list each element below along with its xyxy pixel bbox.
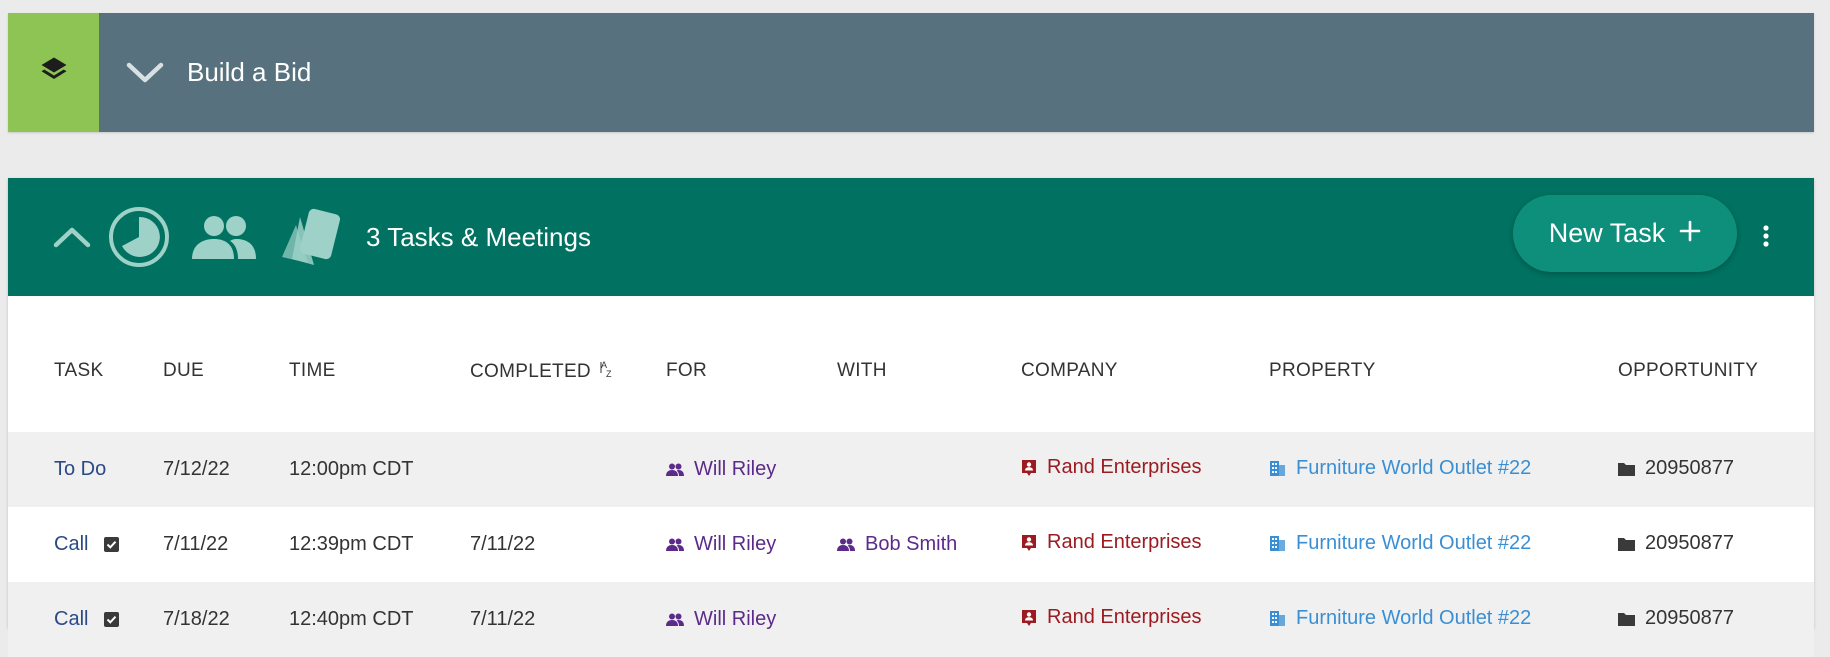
opportunity-link[interactable]: 20950877 (1618, 532, 1734, 555)
for-person-link[interactable]: Will Riley (666, 608, 776, 631)
tasks-panel: 3 Tasks & Meetings New Task TASK DUE TIM… (8, 178, 1814, 657)
opportunity-link[interactable]: 20950877 (1618, 607, 1734, 630)
opportunity-id: 20950877 (1645, 457, 1734, 480)
completed-date: 7/11/22 (470, 533, 536, 555)
column-header-due[interactable]: DUE (163, 296, 289, 432)
for-person-name: Will Riley (694, 457, 777, 480)
sort-az-icon[interactable]: A Z (597, 360, 617, 382)
build-a-bid-bar[interactable]: Build a Bid (8, 13, 1814, 132)
column-header-company[interactable]: COMPANY (1021, 296, 1269, 432)
company-link[interactable]: Rand Enterprises (1021, 606, 1202, 629)
table-row[interactable]: Call 7/18/22 12:40pm CDT 7/11/22 Will Ri… (8, 582, 1814, 657)
plus-icon (1679, 218, 1701, 249)
due-date: 7/11/22 (163, 533, 229, 555)
with-person-link[interactable]: Bob Smith (837, 533, 957, 556)
company-name: Rand Enterprises (1047, 606, 1202, 629)
column-header-for[interactable]: FOR (666, 296, 837, 432)
people-icon[interactable] (190, 213, 258, 261)
column-header-with[interactable]: WITH (837, 296, 1021, 432)
time: 12:40pm CDT (289, 582, 470, 657)
people-icon (666, 538, 684, 551)
property-link[interactable]: Furniture World Outlet #22 (1269, 607, 1531, 630)
property-link[interactable]: Furniture World Outlet #22 (1269, 457, 1531, 480)
new-task-label: New Task (1548, 218, 1666, 248)
page: Build a Bid 3 Tasks & Meetings New Task … (0, 0, 1830, 657)
building-icon (1270, 461, 1285, 477)
column-header-time[interactable]: TIME (289, 296, 470, 432)
cards-icon[interactable] (278, 207, 344, 267)
completed-date (470, 432, 666, 507)
checkbox-checked-icon (104, 612, 120, 628)
task-link[interactable]: Call (54, 608, 88, 630)
column-header-opportunity[interactable]: OPPORTUNITY (1618, 296, 1814, 432)
folder-icon (1618, 462, 1635, 476)
tasks-panel-title: 3 Tasks & Meetings (366, 221, 591, 252)
property-link[interactable]: Furniture World Outlet #22 (1269, 532, 1531, 555)
for-person-name: Will Riley (694, 607, 777, 630)
building-icon (1270, 536, 1285, 552)
with-person-name: Bob Smith (865, 532, 958, 555)
task-link[interactable]: Call (54, 533, 88, 555)
chevron-down-icon[interactable] (125, 53, 165, 93)
with-empty (837, 582, 1021, 657)
company-link[interactable]: Rand Enterprises (1021, 531, 1202, 554)
company-badge-icon (1022, 534, 1036, 551)
layers-icon (39, 55, 69, 90)
table-row[interactable]: To Do 7/12/22 12:00pm CDT Will Riley Ran… (8, 432, 1814, 507)
people-icon (666, 613, 684, 626)
due-date: 7/12/22 (163, 432, 289, 507)
folder-icon (1618, 612, 1635, 626)
table-header-row: TASK DUE TIME COMPLETED A Z FOR WITH COM… (8, 296, 1814, 432)
building-icon (1270, 611, 1285, 627)
build-a-bid-title: Build a Bid (187, 57, 312, 87)
completed-date: 7/11/22 (470, 582, 666, 657)
column-header-completed-label: COMPLETED (470, 361, 591, 382)
company-name: Rand Enterprises (1047, 456, 1202, 479)
folder-icon (1618, 537, 1635, 551)
for-person-name: Will Riley (694, 532, 777, 555)
column-header-task[interactable]: TASK (8, 296, 163, 432)
for-person-link[interactable]: Will Riley (666, 533, 776, 556)
property-name: Furniture World Outlet #22 (1296, 606, 1532, 629)
table-row[interactable]: Call 7/11/22 12:39pm CDT 7/11/22 Will Ri… (8, 507, 1814, 582)
opportunity-link[interactable]: 20950877 (1618, 457, 1734, 480)
column-header-property[interactable]: PROPERTY (1269, 296, 1618, 432)
property-name: Furniture World Outlet #22 (1296, 531, 1532, 554)
new-task-button[interactable]: New Task (1513, 195, 1737, 272)
task-link[interactable]: To Do (54, 458, 106, 480)
people-icon (837, 538, 855, 551)
opportunity-id: 20950877 (1645, 532, 1734, 555)
time: 12:39pm CDT (289, 533, 414, 555)
property-name: Furniture World Outlet #22 (1296, 456, 1532, 479)
tasks-table: TASK DUE TIME COMPLETED A Z FOR WITH COM… (8, 296, 1814, 657)
checkbox-checked-icon (104, 537, 120, 553)
company-link[interactable]: Rand Enterprises (1021, 456, 1202, 479)
column-header-completed[interactable]: COMPLETED A Z (470, 296, 666, 432)
tasks-panel-header: 3 Tasks & Meetings New Task (8, 178, 1814, 296)
opportunity-id: 20950877 (1645, 607, 1734, 630)
with-empty (837, 432, 1021, 507)
svg-text:Z: Z (606, 369, 612, 379)
people-icon (666, 463, 684, 476)
due-date: 7/18/22 (163, 582, 289, 657)
time: 12:00pm CDT (289, 432, 470, 507)
company-name: Rand Enterprises (1047, 531, 1202, 554)
more-vertical-icon[interactable] (1754, 216, 1778, 256)
pie-chart-icon[interactable] (108, 206, 170, 268)
chevron-up-icon[interactable] (50, 215, 94, 259)
build-a-bid-icon-box[interactable] (8, 13, 99, 132)
for-person-link[interactable]: Will Riley (666, 458, 776, 481)
company-badge-icon (1022, 459, 1036, 476)
company-badge-icon (1022, 609, 1036, 626)
